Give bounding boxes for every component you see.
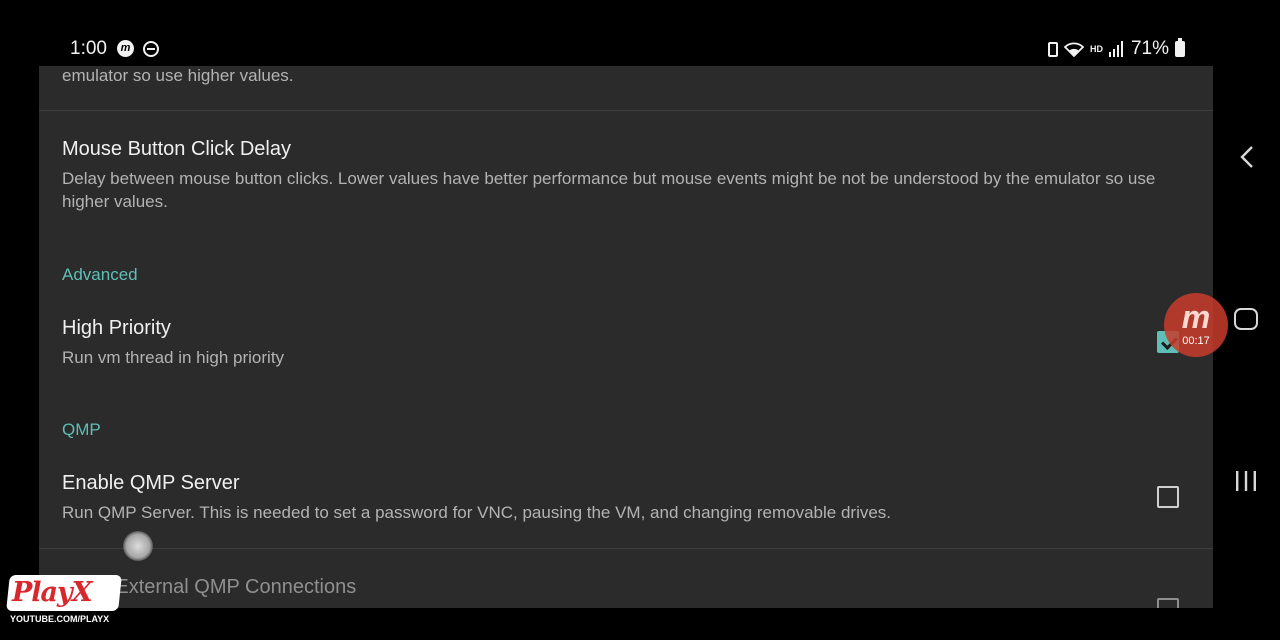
status-right-icons: HD 71%	[1047, 38, 1185, 60]
hd-voice-icon: HD	[1089, 43, 1103, 54]
partial-summary-top: emulator so use higher values.	[62, 66, 294, 85]
status-bar: 1:00 m HD 71%	[0, 0, 1280, 66]
battery-icon	[1175, 38, 1185, 57]
m-app-icon: m	[117, 40, 134, 57]
settings-panel: emulator so use higher values. Mouse But…	[39, 66, 1213, 608]
battery-alert-icon	[1047, 41, 1058, 57]
battery-percent: 71%	[1130, 38, 1169, 59]
enable-qmp-checkbox[interactable]	[1157, 486, 1179, 508]
playx-url: YOUTUBE.COM/PLAYX	[10, 614, 110, 624]
do-not-disturb-icon	[143, 41, 159, 57]
back-icon[interactable]	[1238, 144, 1256, 170]
allow-external-qmp-checkbox[interactable]	[1157, 598, 1179, 608]
wifi-icon	[1063, 42, 1084, 57]
pref-mouse-click-delay[interactable]: Mouse Button Click Delay Delay between m…	[39, 111, 1213, 226]
pref-title: High Priority	[62, 317, 171, 339]
pref-allow-external-qmp[interactable]: Allow External QMP Connections	[39, 549, 1213, 608]
category-advanced: Advanced	[62, 265, 138, 284]
pref-high-priority[interactable]: High Priority Run vm thread in high prio…	[39, 298, 1213, 378]
pref-summary: Run vm thread in high priority	[62, 348, 285, 367]
screen-recorder-overlay[interactable]: m 00:17	[1164, 293, 1228, 357]
playx-logo-text: PlayX	[12, 577, 93, 608]
clock: 1:00	[70, 38, 107, 59]
pref-summary: Delay between mouse button clicks. Lower…	[62, 169, 1156, 211]
pref-enable-qmp[interactable]: Enable QMP Server Run QMP Server. This i…	[39, 454, 1213, 547]
category-qmp: QMP	[62, 420, 101, 439]
playx-watermark: PlayX YOUTUBE.COM/PLAYX	[6, 575, 122, 627]
recorder-timer: 00:17	[1182, 335, 1210, 347]
recorder-logo: m	[1181, 299, 1211, 335]
home-icon[interactable]	[1234, 308, 1258, 330]
pref-summary: Run QMP Server. This is needed to set a …	[62, 503, 892, 522]
recents-icon[interactable]	[1234, 470, 1258, 492]
pref-title: Enable QMP Server	[62, 472, 240, 494]
signal-icon	[1108, 41, 1125, 57]
pref-title: Mouse Button Click Delay	[62, 138, 291, 160]
touch-indicator	[123, 531, 153, 561]
